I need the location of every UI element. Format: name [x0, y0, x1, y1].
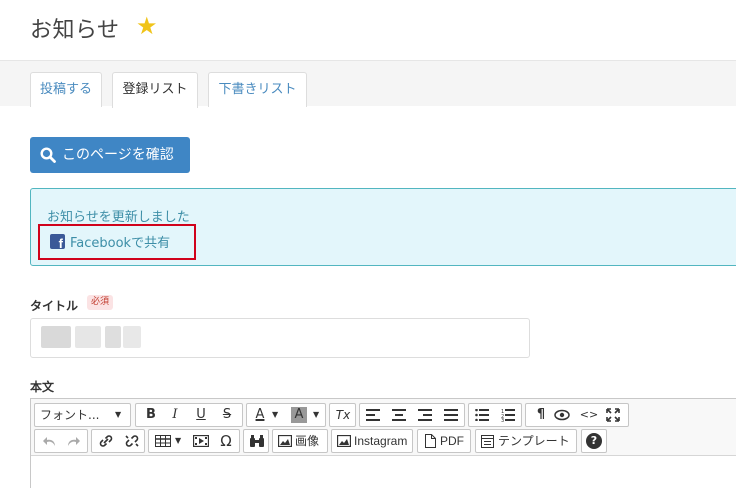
search-icon — [40, 147, 56, 163]
list-group: 123 — [468, 403, 522, 427]
image-label: 画像 — [295, 434, 320, 448]
pdf-label: PDF — [440, 434, 464, 448]
undo-icon[interactable] — [42, 435, 56, 447]
font-select[interactable]: フォント... ▼ — [34, 403, 131, 427]
underline-button[interactable]: U — [190, 404, 212, 426]
instagram-button[interactable]: Instagram — [331, 429, 413, 453]
chevron-down-icon: ▼ — [313, 410, 320, 419]
confirm-page-label: このページを確認 — [62, 147, 174, 163]
align-right-icon[interactable] — [418, 409, 432, 421]
background-color-button[interactable]: A — [291, 407, 307, 423]
svg-text:3: 3 — [501, 418, 504, 422]
chevron-down-icon: ▼ — [272, 410, 279, 419]
template-icon — [481, 435, 494, 448]
find-group — [243, 429, 269, 453]
italic-button[interactable]: I — [164, 404, 186, 426]
pilcrow-icon[interactable]: ¶ — [530, 404, 552, 426]
align-justify-icon[interactable] — [444, 409, 458, 421]
redacted-text — [105, 326, 121, 348]
confirm-page-button[interactable]: このページを確認 — [30, 137, 190, 173]
editor-content-area[interactable] — [31, 455, 736, 488]
page-header: お知らせ ★ — [0, 0, 736, 60]
chevron-down-icon: ▼ — [175, 436, 182, 445]
redo-icon[interactable] — [67, 435, 81, 447]
format-group: B I U S — [135, 403, 243, 427]
bold-button[interactable]: B — [140, 404, 162, 426]
chevron-down-icon: ▼ — [115, 410, 122, 419]
table-icon[interactable] — [155, 435, 171, 447]
font-select-label: フォント... — [40, 408, 100, 422]
star-icon[interactable]: ★ — [136, 14, 158, 38]
title-input[interactable] — [30, 318, 530, 358]
template-button[interactable]: テンプレート — [475, 429, 577, 453]
facebook-share-link[interactable]: f Facebookで共有 — [38, 224, 196, 260]
tab-bar: 投稿する 登録リスト 下書きリスト — [0, 60, 736, 108]
pdf-file-icon — [425, 434, 436, 448]
help-group: ? — [581, 429, 607, 453]
instagram-label: Instagram — [354, 434, 408, 448]
clear-format-group: Tx — [329, 403, 356, 427]
tab-post[interactable]: 投稿する — [30, 72, 102, 107]
text-color-button[interactable]: A — [251, 404, 269, 426]
bullet-list-icon[interactable] — [475, 409, 489, 421]
facebook-share-label: Facebookで共有 — [70, 236, 171, 251]
instagram-image-icon — [337, 435, 351, 447]
insert-group: ▼ Ω — [148, 429, 240, 453]
title-label: タイトル — [30, 299, 79, 313]
view-group: ¶ <> — [525, 403, 629, 427]
special-char-icon[interactable]: Ω — [215, 430, 237, 452]
fullscreen-icon[interactable] — [606, 408, 620, 422]
link-group — [91, 429, 145, 453]
facebook-icon: f — [50, 234, 65, 250]
color-group: A ▼ A ▼ — [246, 403, 326, 427]
required-badge: 必須 — [87, 295, 114, 310]
alert-message: お知らせを更新しました — [47, 210, 190, 225]
page-title: お知らせ — [30, 18, 120, 43]
body-label: 本文 — [30, 380, 55, 394]
tab-registered-list[interactable]: 登録リスト — [112, 72, 198, 108]
pdf-button[interactable]: PDF — [417, 429, 471, 453]
help-icon[interactable]: ? — [586, 433, 602, 449]
redacted-text — [75, 326, 101, 348]
numbered-list-icon[interactable]: 123 — [501, 408, 515, 422]
redacted-text — [123, 326, 141, 348]
link-icon[interactable] — [98, 434, 114, 448]
success-alert: お知らせを更新しました f Facebookで共有 — [30, 188, 736, 266]
strikethrough-button[interactable]: S — [216, 404, 238, 426]
image-button[interactable]: 画像 — [272, 429, 328, 453]
image-icon — [278, 435, 292, 447]
template-label: テンプレート — [498, 434, 570, 448]
align-left-icon[interactable] — [366, 409, 380, 421]
align-group — [359, 403, 465, 427]
unlink-icon[interactable] — [124, 434, 140, 448]
preview-eye-icon[interactable] — [554, 409, 570, 421]
tab-draft-list[interactable]: 下書きリスト — [208, 72, 307, 107]
source-code-button[interactable]: <> — [578, 404, 600, 426]
find-binoculars-icon[interactable] — [249, 435, 265, 448]
align-center-icon[interactable] — [392, 409, 406, 421]
rich-text-editor: フォント... ▼ B I U S A ▼ A ▼ Tx 123 ¶ <> ▼ … — [30, 398, 736, 488]
history-group — [34, 429, 88, 453]
redacted-text — [41, 326, 71, 348]
media-icon[interactable] — [193, 435, 209, 447]
clear-format-button[interactable]: Tx — [332, 404, 354, 426]
